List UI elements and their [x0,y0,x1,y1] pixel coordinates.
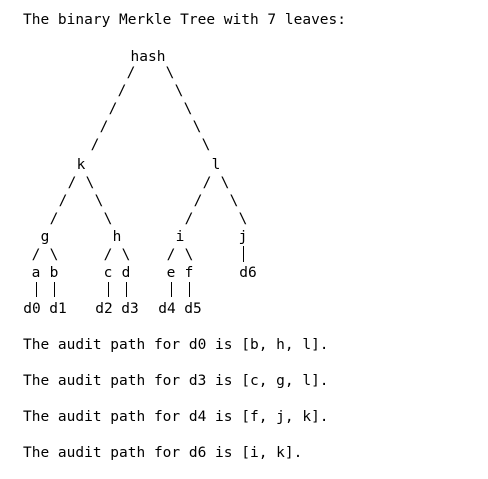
edge-h-c: / [103,247,113,263]
node-g: g [40,229,50,245]
edge-e-d4 [171,282,172,297]
edge-root-l: \ [174,83,184,99]
edge-a-d0 [36,282,37,297]
edge-k-g: / [49,211,59,227]
node-k: k [76,157,86,173]
edge-b-d1 [54,282,55,297]
edge-root-k: / [108,101,118,117]
edge-root-k: / [126,65,136,81]
edge-l-j: \ [220,175,230,191]
edge-l-j: \ [229,193,239,209]
edge-k-h: \ [103,211,113,227]
leaf-d2: d2 [95,301,113,317]
edge-root-l: \ [165,65,175,81]
leaf-d5: d5 [184,301,202,317]
node-root-hash: hash [130,49,166,65]
edge-root-l: \ [192,119,202,135]
audit-path-d0: The audit path for d0 is [b, h, l]. [23,337,329,353]
edge-l-i: / [193,193,203,209]
edge-k-g: / [58,193,68,209]
edge-l-i: / [202,175,212,191]
edge-i-f: \ [184,247,194,263]
edge-root-k: / [90,137,100,153]
leaf-d4: d4 [158,301,176,317]
leaf-d6: d6 [239,265,257,281]
node-f: f [184,265,194,281]
edge-h-d: \ [121,247,131,263]
edge-root-k: / [99,119,109,135]
edge-root-l: \ [183,101,193,117]
edge-f-d5 [189,282,190,297]
node-j: j [238,229,248,245]
node-l: l [211,157,221,173]
audit-path-d4: The audit path for d4 is [f, j, k]. [23,409,329,425]
node-d: d [121,265,131,281]
audit-path-d6: The audit path for d6 is [i, k]. [23,445,303,461]
edge-root-l: \ [201,137,211,153]
edge-g-a: / [31,247,41,263]
edge-i-e: / [166,247,176,263]
edge-c-d2 [108,282,109,297]
heading: The binary Merkle Tree with 7 leaves: [23,12,347,28]
edge-d-d3 [126,282,127,297]
node-b: b [49,265,59,281]
audit-path-d3: The audit path for d3 is [c, g, l]. [23,373,329,389]
leaf-d0: d0 [23,301,41,317]
node-h: h [112,229,122,245]
node-a: a [31,265,41,281]
leaf-d3: d3 [121,301,139,317]
edge-k-g: / [67,175,77,191]
edge-k-h: \ [94,193,104,209]
merkle-tree-figure: The binary Merkle Tree with 7 leaves: ha… [0,0,488,479]
edge-g-b: \ [49,247,59,263]
node-c: c [103,265,113,281]
node-e: e [166,265,176,281]
edge-j-d6 [243,246,244,262]
edge-l-i: / [184,211,194,227]
edge-l-j: \ [238,211,248,227]
node-i: i [175,229,185,245]
leaf-d1: d1 [49,301,67,317]
edge-k-h: \ [85,175,95,191]
edge-root-k: / [117,83,127,99]
